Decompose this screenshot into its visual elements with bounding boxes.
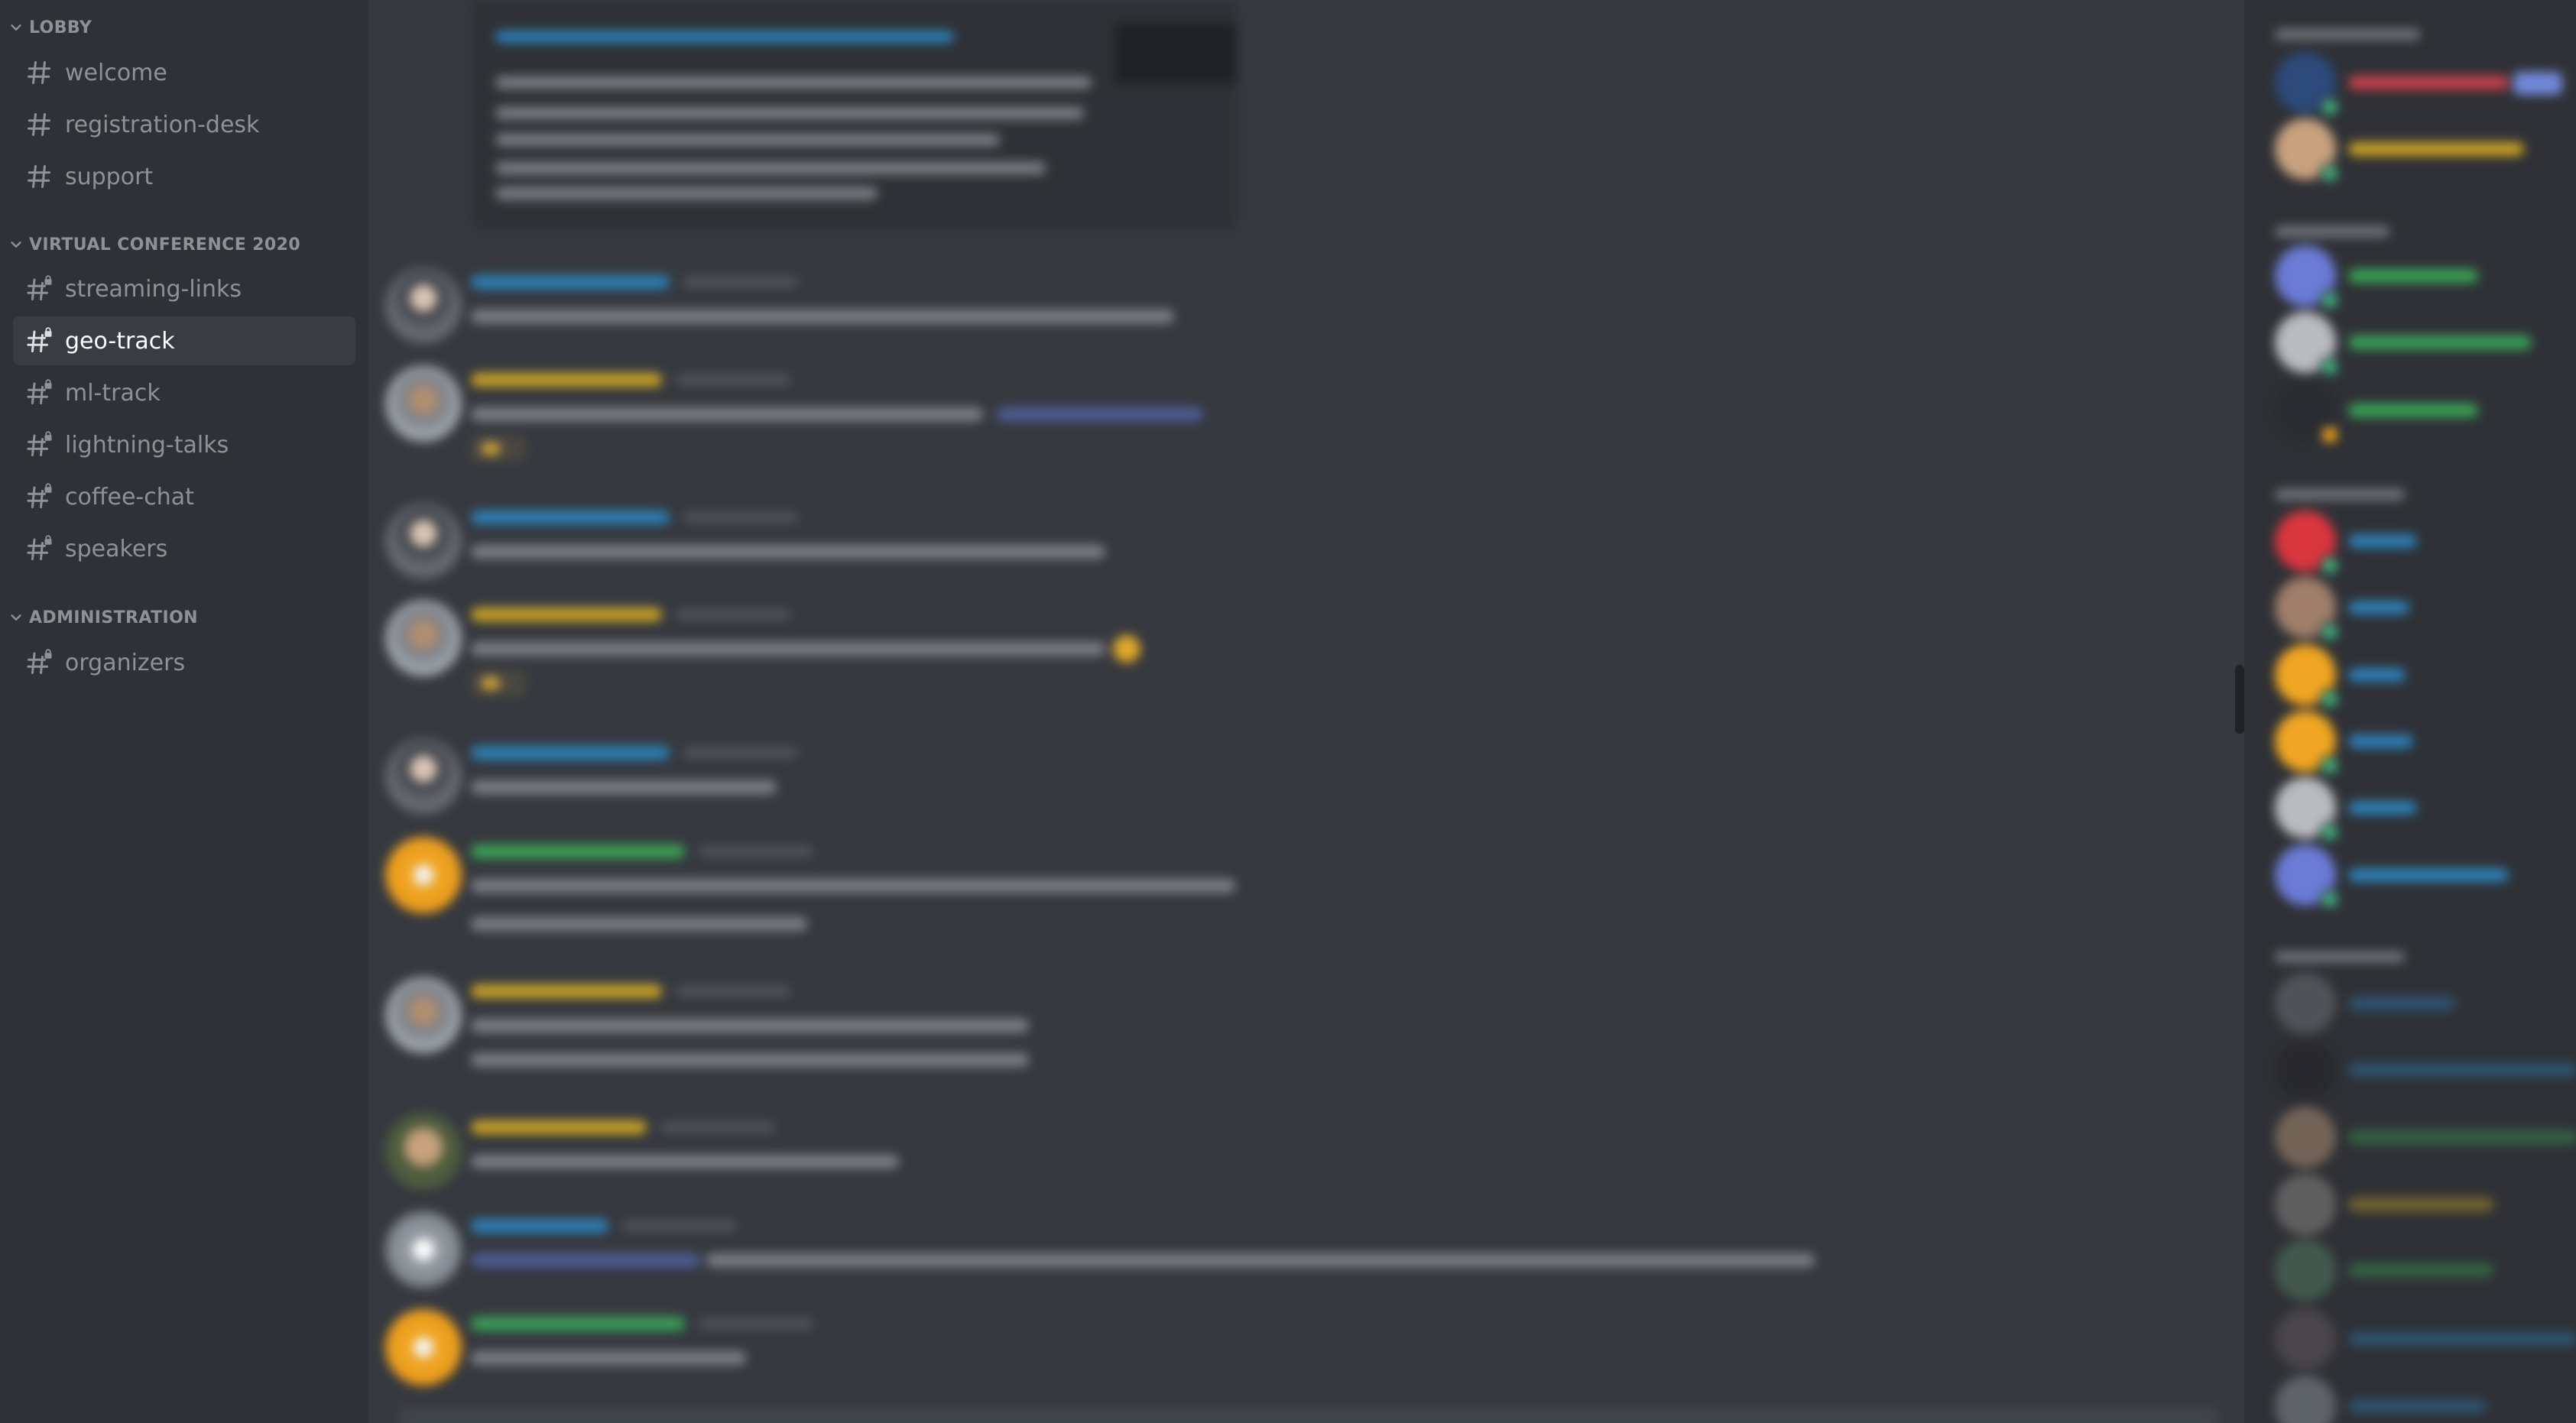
locked-hash-icon <box>27 431 52 456</box>
member-item[interactable] <box>2275 52 2565 118</box>
channel-label: welcome <box>65 59 167 86</box>
locked-hash-icon <box>27 649 52 674</box>
member-item[interactable] <box>2275 973 2565 1034</box>
channel-sidebar: LOBBY welcome registration-desk support … <box>0 0 368 1423</box>
category-lobby[interactable]: LOBBY <box>8 14 92 41</box>
avatar[interactable] <box>385 600 462 676</box>
message-input[interactable] <box>399 1406 2218 1423</box>
message-area <box>368 0 2244 1423</box>
member-item[interactable] <box>2275 1174 2565 1235</box>
category-label: VIRTUAL CONFERENCE 2020 <box>29 235 301 254</box>
locked-hash-icon <box>27 275 52 300</box>
blurred-messages <box>368 0 2244 1423</box>
channel-speakers[interactable]: speakers <box>13 524 355 573</box>
member-item[interactable] <box>2275 245 2565 311</box>
blurred-members <box>2244 0 2576 1423</box>
member-item[interactable] <box>2275 711 2565 776</box>
chat-message <box>385 977 2143 1068</box>
avatar[interactable] <box>385 837 462 913</box>
scrollbar-thumb[interactable] <box>2235 665 2244 734</box>
category-virtual-conference-2020[interactable]: VIRTUAL CONFERENCE 2020 <box>8 231 300 258</box>
avatar[interactable] <box>385 1309 462 1386</box>
chat-message <box>385 1309 2143 1401</box>
category-administration[interactable]: ADMINISTRATION <box>8 604 198 631</box>
chat-message <box>385 267 2143 359</box>
locked-hash-icon <box>27 483 52 508</box>
chat-message <box>385 600 2143 696</box>
chat-message <box>385 837 2143 931</box>
channel-ml-track[interactable]: ml-track <box>13 368 355 417</box>
member-item[interactable] <box>2275 644 2565 710</box>
channel-label: registration-desk <box>65 111 260 138</box>
avatar[interactable] <box>385 738 462 815</box>
channel-label: support <box>65 163 154 190</box>
channel-geo-track[interactable]: geo-track <box>13 316 355 365</box>
channel-support[interactable]: support <box>13 152 355 201</box>
chevron-down-icon <box>11 241 21 248</box>
channel-registration-desk[interactable]: registration-desk <box>13 100 355 149</box>
chevron-down-icon <box>11 614 21 621</box>
member-item[interactable] <box>2275 1308 2576 1370</box>
chat-message <box>385 365 2143 462</box>
channel-lightning-talks[interactable]: lightning-talks <box>13 420 355 469</box>
member-item[interactable] <box>2275 1376 2565 1423</box>
member-item[interactable] <box>2275 380 2565 446</box>
channel-label: coffee-chat <box>65 483 194 511</box>
member-item[interactable] <box>2275 1039 2576 1100</box>
member-item[interactable] <box>2275 1240 2565 1301</box>
avatar[interactable] <box>385 977 462 1053</box>
hash-icon <box>28 113 50 136</box>
member-item[interactable] <box>2275 118 2565 184</box>
channel-label: speakers <box>65 535 168 562</box>
locked-hash-icon <box>27 535 52 560</box>
channel-label: lightning-talks <box>65 431 229 459</box>
member-item[interactable] <box>2275 844 2565 910</box>
locked-hash-icon <box>27 327 52 352</box>
member-item[interactable] <box>2275 777 2565 843</box>
hash-icon <box>28 61 50 84</box>
channel-welcome[interactable]: welcome <box>13 48 355 97</box>
avatar[interactable] <box>385 365 462 442</box>
channel-coffee-chat[interactable]: coffee-chat <box>13 472 355 521</box>
channel-label: streaming-links <box>65 275 242 303</box>
chat-message <box>385 1113 2143 1204</box>
chat-message <box>385 738 2143 830</box>
hash-icon <box>28 165 50 188</box>
category-label: LOBBY <box>29 18 92 37</box>
channel-label: ml-track <box>65 379 161 407</box>
member-item[interactable] <box>2275 577 2565 643</box>
avatar[interactable] <box>385 1113 462 1189</box>
locked-hash-icon <box>27 379 52 404</box>
member-list <box>2244 0 2576 1423</box>
avatar[interactable] <box>385 503 462 579</box>
avatar[interactable] <box>385 267 462 344</box>
channel-label: organizers <box>65 649 186 676</box>
member-item[interactable] <box>2275 312 2565 378</box>
link-embed <box>472 0 1237 229</box>
chevron-down-icon <box>11 24 21 31</box>
avatar[interactable] <box>385 1211 462 1288</box>
chat-message <box>385 503 2143 595</box>
channel-streaming-links[interactable]: streaming-links <box>13 264 355 313</box>
member-item[interactable] <box>2275 1107 2576 1168</box>
chat-message <box>385 1211 2143 1303</box>
channel-label: geo-track <box>65 327 175 355</box>
channel-organizers[interactable]: organizers <box>13 638 355 687</box>
member-item[interactable] <box>2275 511 2565 576</box>
category-label: ADMINISTRATION <box>29 608 198 627</box>
